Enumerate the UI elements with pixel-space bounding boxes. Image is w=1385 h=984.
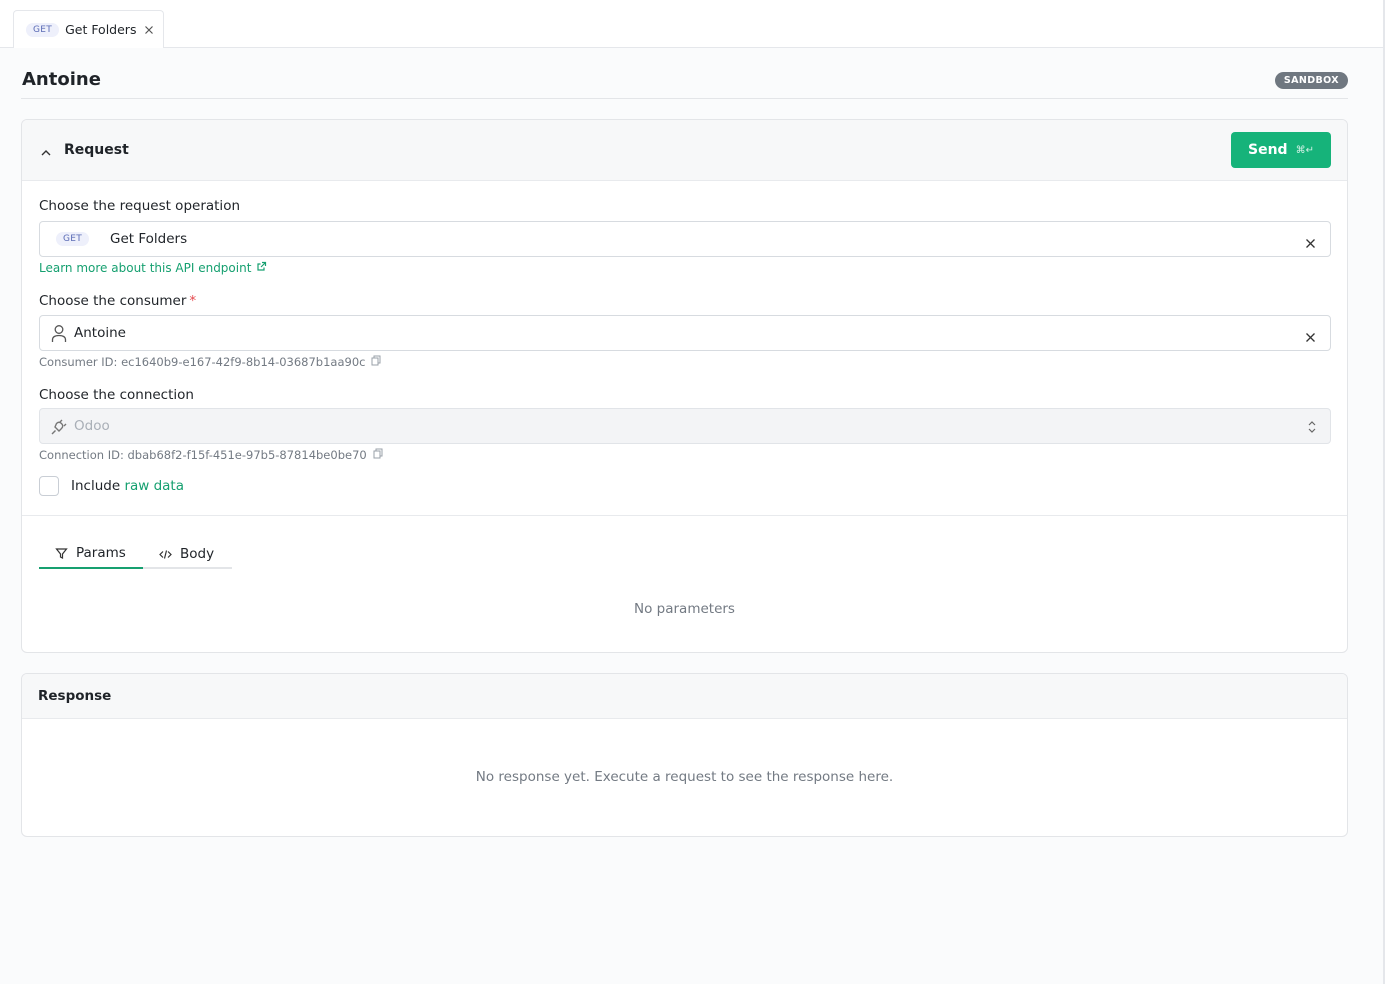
tab-title: Get Folders bbox=[65, 22, 137, 37]
learn-more-link[interactable]: Learn more about this API endpoint bbox=[39, 261, 267, 275]
include-raw-checkbox[interactable] bbox=[39, 476, 59, 496]
connection-select[interactable]: Odoo bbox=[39, 408, 1331, 444]
code-icon bbox=[159, 548, 172, 561]
tab-params[interactable]: Params bbox=[39, 539, 143, 569]
filter-icon bbox=[55, 547, 68, 560]
no-parameters-text: No parameters bbox=[634, 601, 735, 617]
copy-icon[interactable] bbox=[371, 355, 381, 369]
response-section-title: Response bbox=[38, 688, 112, 704]
page-header: Antoine SANDBOX bbox=[21, 68, 1348, 99]
connection-value: Odoo bbox=[74, 418, 110, 434]
required-mark: * bbox=[189, 293, 197, 309]
request-header[interactable]: Request Send ⌘↵ bbox=[22, 120, 1347, 181]
operation-method-badge: GET bbox=[56, 232, 90, 246]
consumer-id-row: Consumer ID: ec1640b9-e167-42f9-8b14-036… bbox=[39, 355, 381, 369]
main-content: Antoine SANDBOX Request Send ⌘↵ Choose t… bbox=[0, 48, 1385, 984]
send-button-label: Send bbox=[1248, 142, 1288, 158]
page-title: Antoine bbox=[22, 69, 101, 90]
tab-body-label: Body bbox=[180, 546, 215, 562]
tab-body[interactable]: Body bbox=[143, 539, 232, 569]
close-icon[interactable] bbox=[144, 25, 154, 35]
connection-label: Choose the connection bbox=[39, 387, 194, 403]
tab-get-folders[interactable]: GET Get Folders bbox=[13, 10, 164, 48]
include-raw-prefix: Include bbox=[71, 478, 125, 494]
consumer-select[interactable]: Antoine bbox=[39, 315, 1331, 351]
tab-bar: GET Get Folders bbox=[0, 0, 1385, 48]
raw-data-link[interactable]: raw data bbox=[124, 478, 184, 494]
response-card: Response No response yet. Execute a requ… bbox=[21, 673, 1348, 837]
consumer-label-row: Choose the consumer * bbox=[39, 293, 196, 309]
connection-id: Connection ID: dbab68f2-f15f-451e-97b5-8… bbox=[39, 448, 367, 462]
request-section-title: Request bbox=[64, 142, 129, 158]
external-link-icon bbox=[256, 261, 267, 275]
include-raw-row: Include raw data bbox=[39, 476, 184, 496]
include-raw-label: Include raw data bbox=[71, 478, 184, 494]
learn-more-text: Learn more about this API endpoint bbox=[39, 261, 252, 275]
send-shortcut: ⌘↵ bbox=[1295, 144, 1314, 156]
consumer-label: Choose the consumer bbox=[39, 293, 187, 309]
chevron-updown-icon bbox=[1308, 419, 1316, 433]
plug-icon bbox=[50, 417, 68, 436]
connection-id-row: Connection ID: dbab68f2-f15f-451e-97b5-8… bbox=[39, 448, 383, 462]
copy-icon[interactable] bbox=[373, 448, 383, 462]
divider bbox=[22, 515, 1347, 516]
clear-consumer-icon[interactable] bbox=[1305, 328, 1316, 342]
user-icon bbox=[50, 324, 68, 343]
no-response-text: No response yet. Execute a request to se… bbox=[475, 769, 894, 785]
clear-operation-icon[interactable] bbox=[1305, 234, 1316, 248]
chevron-up-icon[interactable] bbox=[40, 144, 52, 156]
environment-badge: SANDBOX bbox=[1274, 72, 1348, 89]
request-tabs: Params Body bbox=[39, 539, 232, 569]
operation-select[interactable]: GET Get Folders bbox=[39, 221, 1331, 257]
response-header: Response bbox=[22, 674, 1347, 719]
consumer-value: Antoine bbox=[74, 325, 126, 341]
send-button[interactable]: Send ⌘↵ bbox=[1231, 132, 1331, 168]
tab-params-label: Params bbox=[76, 545, 126, 561]
operation-label: Choose the request operation bbox=[39, 198, 241, 214]
consumer-id: Consumer ID: ec1640b9-e167-42f9-8b14-036… bbox=[39, 355, 366, 369]
request-card: Request Send ⌘↵ Choose the request opera… bbox=[21, 119, 1348, 653]
method-badge: GET bbox=[26, 22, 60, 37]
operation-value: Get Folders bbox=[110, 231, 188, 247]
